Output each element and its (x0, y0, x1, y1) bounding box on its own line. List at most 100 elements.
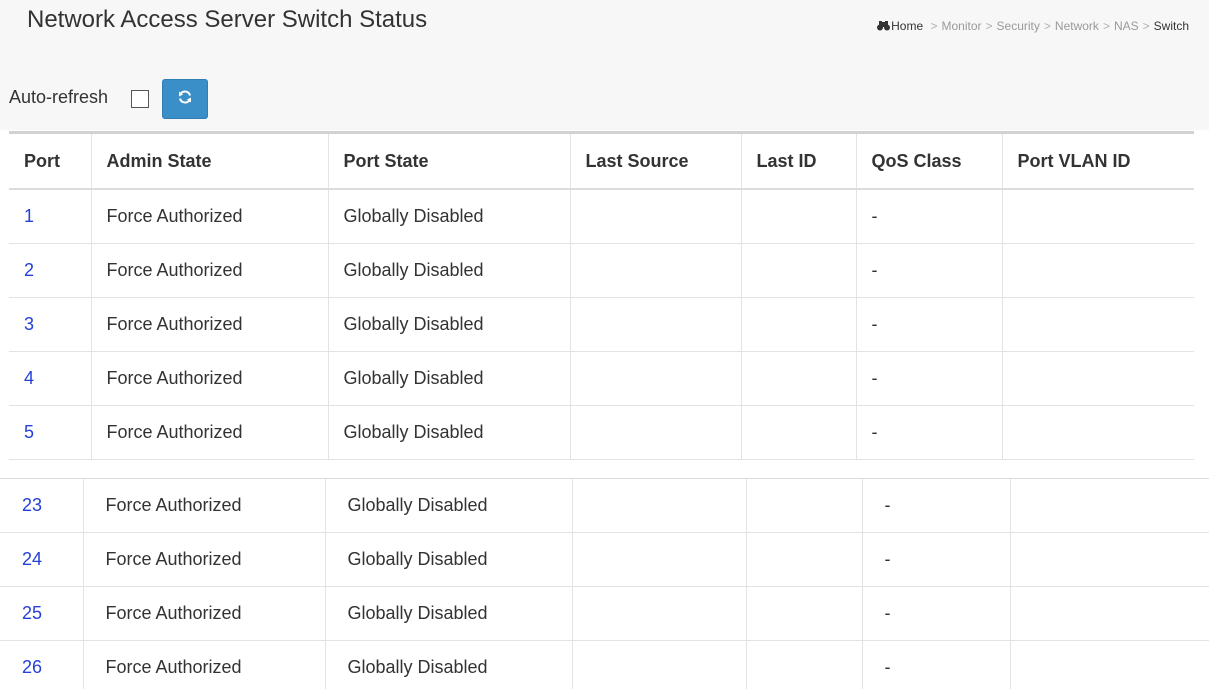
port-cell[interactable]: 23 (0, 479, 84, 533)
breadcrumb-separator: > (930, 19, 938, 33)
breadcrumb-security[interactable]: Security (997, 19, 1040, 33)
status-table-bottom: 23 Force Authorized Globally Disabled - … (0, 479, 1209, 689)
port-vlan-id-cell (1010, 640, 1209, 689)
port-state-cell: Globally Disabled (325, 532, 573, 587)
last-id-cell (741, 243, 857, 298)
last-source-cell (572, 586, 747, 641)
port-state-cell: Globally Disabled (325, 586, 573, 641)
port-cell[interactable]: 25 (0, 586, 84, 641)
qos-class-cell: - (856, 189, 1003, 244)
port-state-cell: Globally Disabled (328, 405, 571, 460)
last-source-cell (570, 243, 742, 298)
switch-status-table: Port Admin State Port State Last Source … (9, 131, 1194, 461)
last-source-cell (570, 405, 742, 460)
qos-class-cell: - (856, 405, 1003, 460)
port-vlan-id-cell (1002, 189, 1194, 244)
last-source-cell (570, 189, 742, 244)
port-link[interactable]: 24 (22, 549, 42, 569)
switch-status-table-continued: 23 Force Authorized Globally Disabled - … (0, 478, 1209, 689)
breadcrumb: Home > Monitor > Security > Network > NAS > Switc… (877, 19, 1189, 34)
port-vlan-id-cell (1010, 479, 1209, 533)
column-header-port-vlan-id: Port VLAN ID (1002, 134, 1194, 190)
port-cell[interactable]: 3 (9, 297, 92, 352)
port-vlan-id-cell (1010, 532, 1209, 587)
last-source-cell (570, 351, 742, 406)
port-link[interactable]: 1 (24, 206, 34, 226)
port-link[interactable]: 3 (24, 314, 34, 334)
admin-state-cell: Force Authorized (91, 189, 329, 244)
status-table-top: Port Admin State Port State Last Source … (9, 134, 1194, 460)
port-cell[interactable]: 26 (0, 640, 84, 689)
breadcrumb-separator: > (1043, 19, 1051, 33)
port-state-cell: Globally Disabled (328, 297, 571, 352)
column-header-port-state: Port State (328, 134, 571, 190)
page-title: Network Access Server Switch Status (27, 6, 428, 33)
breadcrumb-home[interactable]: Home (877, 19, 926, 33)
page: Network Access Server Switch Status Home… (0, 0, 1209, 689)
port-cell[interactable]: 4 (9, 351, 92, 406)
home-icon (877, 20, 891, 34)
port-link[interactable]: 2 (24, 260, 34, 280)
breadcrumb-network[interactable]: Network (1055, 19, 1099, 33)
port-state-cell: Globally Disabled (328, 351, 571, 406)
port-vlan-id-cell (1002, 243, 1194, 298)
table-row: 25 Force Authorized Globally Disabled - (0, 586, 1209, 641)
qos-class-cell: - (856, 351, 1003, 406)
last-id-cell (741, 405, 857, 460)
table-row: 2 Force Authorized Globally Disabled - (9, 243, 1194, 298)
column-header-last-id: Last ID (741, 134, 857, 190)
last-source-cell (572, 532, 747, 587)
admin-state-cell: Force Authorized (83, 640, 326, 689)
qos-class-cell: - (856, 243, 1003, 298)
refresh-icon (177, 89, 193, 110)
admin-state-cell: Force Authorized (83, 586, 326, 641)
column-header-last-source: Last Source (570, 134, 742, 190)
last-id-cell (746, 532, 863, 587)
last-id-cell (741, 351, 857, 406)
last-source-cell (570, 297, 742, 352)
table-header-row: Port Admin State Port State Last Source … (9, 134, 1194, 190)
port-state-cell: Globally Disabled (325, 479, 573, 533)
admin-state-cell: Force Authorized (91, 351, 329, 406)
port-state-cell: Globally Disabled (328, 189, 571, 244)
column-header-qos-class: QoS Class (856, 134, 1003, 190)
port-link[interactable]: 25 (22, 603, 42, 623)
admin-state-cell: Force Authorized (91, 243, 329, 298)
port-link[interactable]: 26 (22, 657, 42, 677)
port-cell[interactable]: 1 (9, 189, 92, 244)
table-row: 1 Force Authorized Globally Disabled - (9, 189, 1194, 244)
admin-state-cell: Force Authorized (83, 532, 326, 587)
port-vlan-id-cell (1010, 586, 1209, 641)
port-cell[interactable]: 24 (0, 532, 84, 587)
last-id-cell (741, 189, 857, 244)
port-state-cell: Globally Disabled (328, 243, 571, 298)
table-row: 4 Force Authorized Globally Disabled - (9, 351, 1194, 406)
port-link[interactable]: 23 (22, 495, 42, 515)
toolbar: Auto-refresh (0, 52, 1209, 130)
breadcrumb-monitor[interactable]: Monitor (942, 19, 982, 33)
breadcrumb-home-label: Home (891, 19, 924, 33)
port-cell[interactable]: 5 (9, 405, 92, 460)
last-id-cell (741, 297, 857, 352)
last-id-cell (746, 586, 863, 641)
port-vlan-id-cell (1002, 297, 1194, 352)
refresh-button[interactable] (162, 79, 208, 119)
admin-state-cell: Force Authorized (91, 405, 329, 460)
last-source-cell (572, 640, 747, 689)
port-link[interactable]: 5 (24, 422, 34, 442)
table-row: 26 Force Authorized Globally Disabled - (0, 640, 1209, 689)
port-cell[interactable]: 2 (9, 243, 92, 298)
breadcrumb-switch: Switch (1153, 19, 1189, 33)
auto-refresh-label: Auto-refresh (9, 87, 109, 107)
table-row: 5 Force Authorized Globally Disabled - (9, 405, 1194, 460)
column-header-port: Port (9, 134, 92, 190)
port-link[interactable]: 4 (24, 368, 34, 388)
qos-class-cell: - (856, 297, 1003, 352)
breadcrumb-nas[interactable]: NAS (1114, 19, 1139, 33)
breadcrumb-separator: > (985, 19, 993, 33)
column-header-admin-state: Admin State (91, 134, 329, 190)
port-vlan-id-cell (1002, 405, 1194, 460)
auto-refresh-checkbox[interactable] (131, 90, 149, 108)
breadcrumb-separator: > (1142, 19, 1150, 33)
page-header: Network Access Server Switch Status Home… (0, 0, 1209, 53)
